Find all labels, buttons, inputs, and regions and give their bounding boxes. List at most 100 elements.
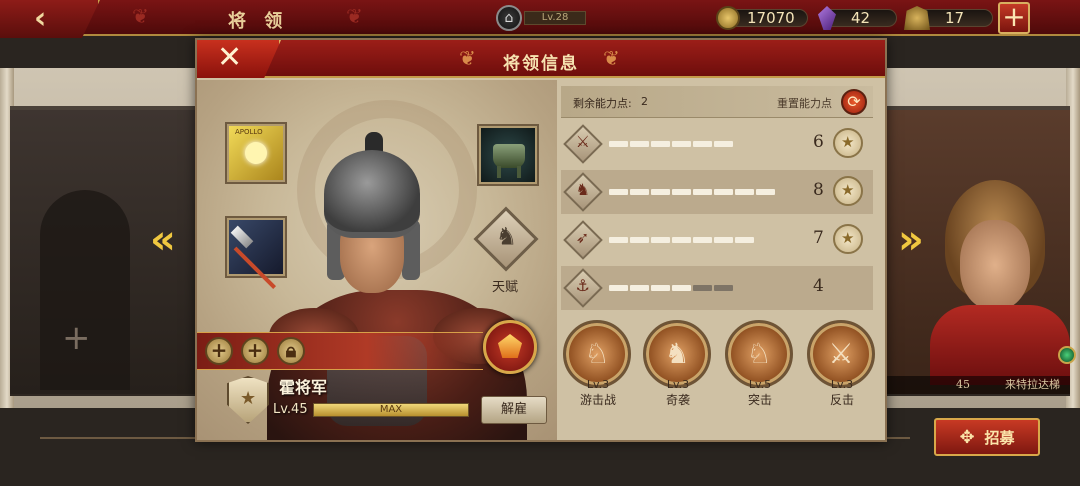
xp-bar: MAX (313, 403, 469, 417)
stat-segment (609, 189, 628, 195)
talent-label: 天赋 (492, 280, 519, 295)
skill-name: 反击 (829, 393, 854, 407)
next-general-label: 来特拉达梯 (1005, 378, 1060, 391)
stat-row-attack: ⚔ 6 ★ (561, 122, 873, 166)
skill-level: Lv.5 (748, 378, 772, 391)
general-silhouette (40, 190, 130, 390)
horse-head-icon: ♞ (495, 222, 518, 251)
stat-bar (609, 141, 733, 147)
next-general-level: 45 (956, 378, 970, 391)
skill-level: Lv.3 (666, 378, 690, 391)
medal-icon[interactable]: ★ (833, 176, 863, 206)
stat-segment (630, 285, 649, 291)
lock-icon: 🔒︎ (285, 338, 297, 362)
stat-segment (630, 189, 649, 195)
stat-segment (672, 189, 691, 195)
stat-segment (672, 237, 691, 243)
refresh-icon: ⟳ (847, 92, 861, 111)
stat-row-navy: ⚓ 4 (561, 266, 873, 310)
helmet-resource[interactable]: 17 (904, 6, 994, 30)
city-icon[interactable]: ⌂ (496, 5, 522, 31)
dismiss-button[interactable]: 解雇 (481, 396, 547, 424)
general-info-dialog: ✕ ❦ 将领信息 ❦ APOLLO ♞ 天赋 + + 🔒︎ ★ 霍将军 Lv.4… (195, 38, 887, 442)
page-title: 将 领 (228, 11, 289, 32)
dialog-header: ✕ ❦ 将领信息 ❦ (197, 40, 885, 78)
points-label: 剩余能力点: (573, 97, 632, 110)
stat-segment (630, 237, 649, 243)
skill-level: Lv.3 (586, 378, 610, 391)
stat-segment (672, 141, 691, 147)
general-face (960, 220, 1030, 310)
next-general-arrow[interactable]: » (898, 220, 924, 260)
add-general-icon: + (62, 318, 91, 358)
laurel-right-icon: ❦ (346, 4, 363, 28)
ding-icon (493, 144, 525, 168)
stat-segment (714, 237, 733, 243)
gold-resource[interactable]: 17070 (716, 6, 808, 30)
reset-points-button[interactable]: ⟳ (841, 89, 867, 115)
medal-icon[interactable]: ★ (833, 128, 863, 158)
top-bar: ‹ ❦ 将 领 ❦ ⌂ Lv.28 17070 42 17 + (0, 0, 1080, 38)
stat-value: 7 (813, 228, 824, 248)
add-button[interactable]: + (205, 337, 233, 365)
red-cloak (930, 305, 1070, 385)
laurel-right-icon: ❦ (603, 46, 620, 70)
pentagon-star-icon (498, 334, 522, 358)
stat-row-cavalry: ♞ 8 ★ (561, 170, 873, 214)
stat-segment (714, 141, 733, 147)
plus-icon: + (1002, 0, 1026, 33)
coin-icon (716, 6, 740, 30)
skill-guerrilla[interactable]: ♘ Lv.3 游击战 (563, 320, 633, 408)
ability-points-header: 剩余能力点: 2 重置能力点 ⟳ (561, 86, 873, 118)
skill-level: Lv.3 (830, 378, 854, 391)
stat-segment (714, 189, 733, 195)
sun-icon (245, 142, 267, 164)
star-icon: ★ (240, 388, 257, 409)
stat-value: 8 (813, 180, 824, 200)
stat-segment (651, 285, 670, 291)
stat-bar (609, 237, 754, 243)
stat-segment (693, 189, 712, 195)
stat-bar (609, 285, 733, 291)
general-helmet (324, 150, 420, 238)
general-name: 霍将军 (279, 378, 328, 397)
stat-segment (609, 285, 628, 291)
skill-assault[interactable]: ♘ Lv.5 突击 (725, 320, 795, 408)
anchor-icon: ⚓ (563, 268, 603, 308)
equipment-ding[interactable] (477, 124, 539, 186)
add-resource-button[interactable]: + (998, 2, 1030, 34)
city-level: Lv.28 (524, 11, 586, 25)
back-arrow-icon: ‹ (34, 1, 47, 36)
add-button[interactable]: + (241, 337, 269, 365)
stat-value: 4 (813, 276, 824, 296)
banner-tag: APOLLO (235, 128, 263, 136)
stat-segment (651, 141, 670, 147)
gem-badge-icon (1058, 346, 1076, 364)
stat-segment (714, 285, 733, 291)
skill-raid[interactable]: ♞ Lv.3 奇袭 (643, 320, 713, 408)
gem-resource[interactable]: 42 (818, 6, 898, 30)
recruit-button[interactable]: ✥ 招募 (934, 418, 1040, 456)
reset-label: 重置能力点 (777, 97, 832, 110)
stat-bar (609, 189, 775, 195)
stat-segment (672, 285, 691, 291)
horse-icon: ♞ (563, 172, 603, 212)
medal-icon[interactable]: ★ (833, 224, 863, 254)
skill-counter[interactable]: ⚔ Lv.3 反击 (807, 320, 877, 408)
stat-segment (693, 285, 712, 291)
stat-segment (735, 237, 754, 243)
xp-label: MAX (379, 404, 403, 415)
star-rank-badge[interactable] (483, 320, 537, 374)
stat-segment (651, 189, 670, 195)
prev-general-arrow[interactable]: « (150, 220, 176, 260)
laurel-left-icon: ❦ (132, 4, 149, 28)
skill-name: 突击 (747, 393, 772, 407)
stat-segment (756, 189, 775, 195)
dialog-title: 将领信息 (503, 54, 579, 74)
back-button[interactable]: ‹ (0, 0, 100, 38)
skill-name: 奇袭 (665, 393, 690, 407)
lock-button[interactable]: 🔒︎ (277, 337, 305, 365)
points-value: 2 (641, 95, 648, 108)
equipment-banner[interactable]: APOLLO (225, 122, 287, 184)
equipment-spear[interactable] (225, 216, 287, 290)
